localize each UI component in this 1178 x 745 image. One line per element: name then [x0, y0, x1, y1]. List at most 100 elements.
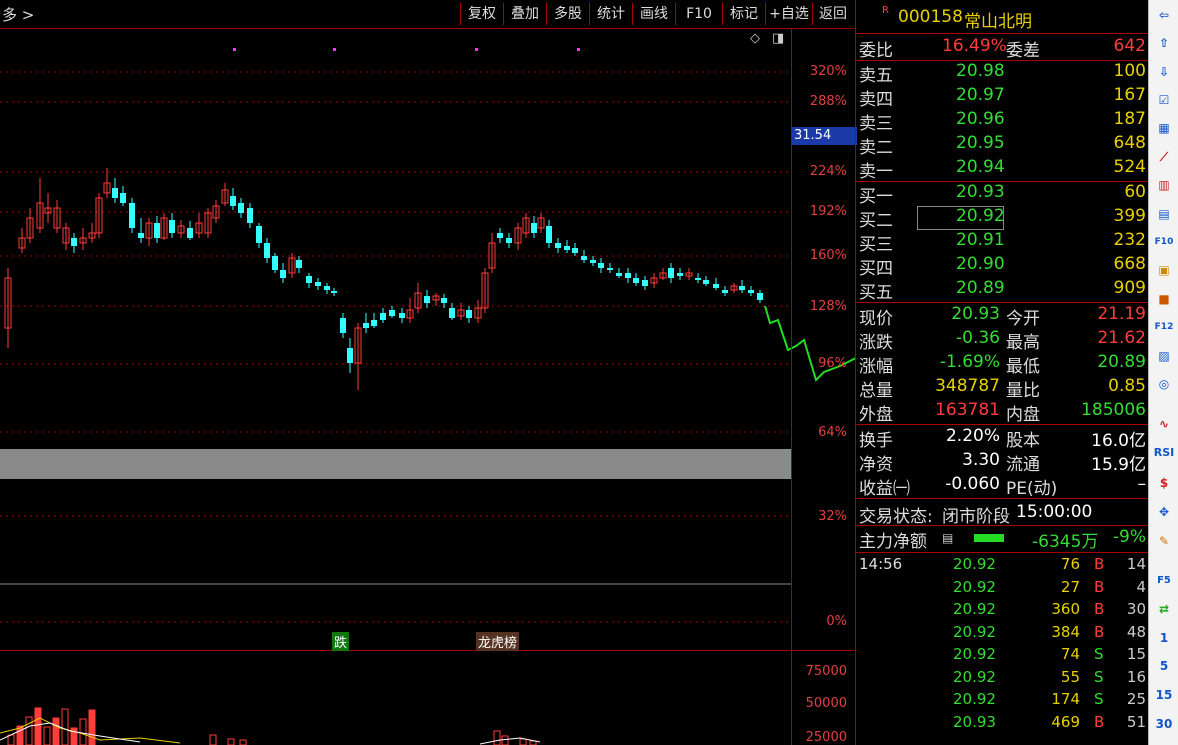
pencil-icon[interactable]: ✎ — [1152, 530, 1176, 552]
order-row[interactable]: 卖二 20.95 648 — [856, 133, 1148, 158]
status-value: 闭市阶段 — [942, 507, 1010, 527]
overlay-button[interactable]: 叠加 — [503, 3, 546, 25]
f10-button[interactable]: F10 — [675, 3, 722, 25]
order-row[interactable]: 卖一 20.94 524 — [856, 157, 1148, 182]
candle-body — [154, 223, 160, 238]
mark-button[interactable]: 标记 — [722, 3, 765, 25]
hk-icon[interactable]: ▨ — [1152, 345, 1176, 367]
candle-body — [389, 310, 395, 316]
order-volume: 167 — [1113, 85, 1146, 105]
marker-dot — [577, 48, 580, 51]
tick-price: 20.92 — [953, 645, 996, 663]
divider — [856, 525, 1148, 526]
swap-icon[interactable]: ⇄ — [1152, 598, 1176, 620]
stock-name[interactable]: 常山北明 — [964, 7, 1032, 32]
multi-stock-button[interactable]: 多股 — [546, 3, 589, 25]
arrow-up-icon[interactable]: ⇧ — [1152, 32, 1176, 54]
wave-icon[interactable]: ∿ — [1152, 413, 1176, 435]
marker-dot — [475, 48, 478, 51]
f10-icon[interactable]: F10 — [1152, 231, 1176, 253]
tick-volume: 76 — [1060, 555, 1080, 573]
period-30[interactable]: 30 — [1152, 713, 1176, 735]
fuquan-button[interactable]: 复权 — [460, 3, 503, 25]
pct-label: 32% — [818, 509, 847, 524]
event-dragon-tag[interactable]: 龙虎榜 — [476, 632, 520, 651]
draw-line-button[interactable]: 画线 — [632, 3, 675, 25]
arrow-left-icon[interactable]: ⇦ — [1152, 4, 1176, 26]
order-row[interactable]: 卖三 20.96 187 — [856, 109, 1148, 134]
candle-body — [363, 323, 369, 328]
list-icon[interactable]: ▤ — [942, 531, 953, 545]
stat-value: – — [1137, 474, 1147, 494]
order-price: 20.89 — [956, 278, 1005, 298]
diamond-icon[interactable]: ◇ — [750, 31, 760, 46]
order-row[interactable]: 买四 20.90 668 — [856, 254, 1148, 279]
weibi-row: 委比 16.49% 委差 642 — [856, 36, 1148, 61]
candle-body — [324, 286, 330, 290]
candle-body — [120, 193, 126, 203]
volume-bar — [519, 738, 527, 745]
order-row[interactable]: 卖五 20.98 100 — [856, 61, 1148, 86]
stat-label: 最低 — [1006, 357, 1040, 377]
period-1[interactable]: 1 — [1152, 627, 1176, 649]
candle-body — [256, 226, 262, 243]
weibi-label: 委比 — [859, 41, 893, 61]
pct-label: 224% — [809, 164, 847, 179]
candle-body — [546, 226, 552, 243]
volume-bar — [493, 730, 501, 745]
order-row[interactable]: 买一 20.93 60 — [856, 182, 1148, 207]
add-watchlist-button[interactable]: +自选 — [765, 3, 812, 25]
volume-bar — [209, 734, 217, 745]
stat-label: 总量 — [859, 381, 893, 401]
panel-toggle-icon[interactable]: ◨ — [772, 31, 784, 46]
period-15[interactable]: 15 — [1152, 684, 1176, 706]
chart-toolbar: 多 > 复权 叠加 多股 统计 画线 F10 标记 +自选 返回 — [0, 0, 855, 29]
circle-icon[interactable]: ◎ — [1152, 373, 1176, 395]
candle-body — [581, 256, 587, 260]
candle-body — [247, 208, 253, 223]
tick-row: 20.92 174 S 25 — [856, 690, 1148, 712]
list-icon[interactable]: ▤ — [1152, 203, 1176, 225]
back-button[interactable]: 返回 — [812, 3, 853, 25]
line-chart-icon[interactable]: ⟋ — [1152, 146, 1176, 168]
candle-body — [757, 293, 763, 300]
candle-body — [497, 233, 503, 238]
pct-label: 192% — [809, 204, 847, 219]
grid-icon[interactable]: ▦ — [1152, 117, 1176, 139]
stock-code[interactable]: 000158 — [898, 7, 963, 27]
status-time: 15:00:00 — [1016, 502, 1093, 522]
order-row[interactable]: 卖四 20.97 167 — [856, 85, 1148, 110]
candle-body — [71, 238, 77, 246]
tick-row: 20.92 55 S 16 — [856, 668, 1148, 690]
dollar-icon[interactable]: $ — [1152, 472, 1176, 494]
candle-body — [138, 233, 144, 238]
order-volume: 524 — [1113, 157, 1146, 177]
kline-chart[interactable]: 320% 288% 224% 192% 160% 128% 96% 64% 32… — [0, 28, 857, 745]
f5-icon[interactable]: F5 — [1152, 570, 1176, 592]
more-menu[interactable]: 多 > — [2, 4, 34, 25]
flow-bar — [974, 534, 1004, 542]
doc-icon[interactable]: ▣ — [1152, 259, 1176, 281]
pct-label: 96% — [818, 356, 847, 371]
candle-icon[interactable]: ▥ — [1152, 174, 1176, 196]
stat-row: 外盘 163781 内盘 185006 — [856, 400, 1148, 425]
move-icon[interactable]: ✥ — [1152, 501, 1176, 523]
stat-value: -0.060 — [945, 474, 1000, 494]
status-row: 交易状态: 闭市阶段 15:00:00 — [856, 502, 1148, 527]
tick-price: 20.92 — [953, 690, 996, 708]
stats-button[interactable]: 统计 — [589, 3, 632, 25]
tick-price: 20.92 — [953, 667, 996, 686]
rsi-icon[interactable]: RSI — [1152, 442, 1176, 464]
self-icon[interactable]: ■ — [1152, 288, 1176, 310]
arrow-down-icon[interactable]: ⇩ — [1152, 61, 1176, 83]
event-fall-tag[interactable]: 跌 — [332, 632, 350, 651]
period-5[interactable]: 5 — [1152, 655, 1176, 677]
order-level-label: 卖三 — [859, 114, 893, 134]
order-row[interactable]: 买三 20.91 232 — [856, 230, 1148, 255]
candle-body — [238, 203, 244, 213]
checklist-icon[interactable]: ☑ — [1152, 89, 1176, 111]
order-level-label: 买三 — [859, 235, 893, 255]
f12-icon[interactable]: F12 — [1152, 316, 1176, 338]
order-row[interactable]: 买五 20.89 909 — [856, 278, 1148, 303]
volume-bar — [88, 709, 96, 745]
